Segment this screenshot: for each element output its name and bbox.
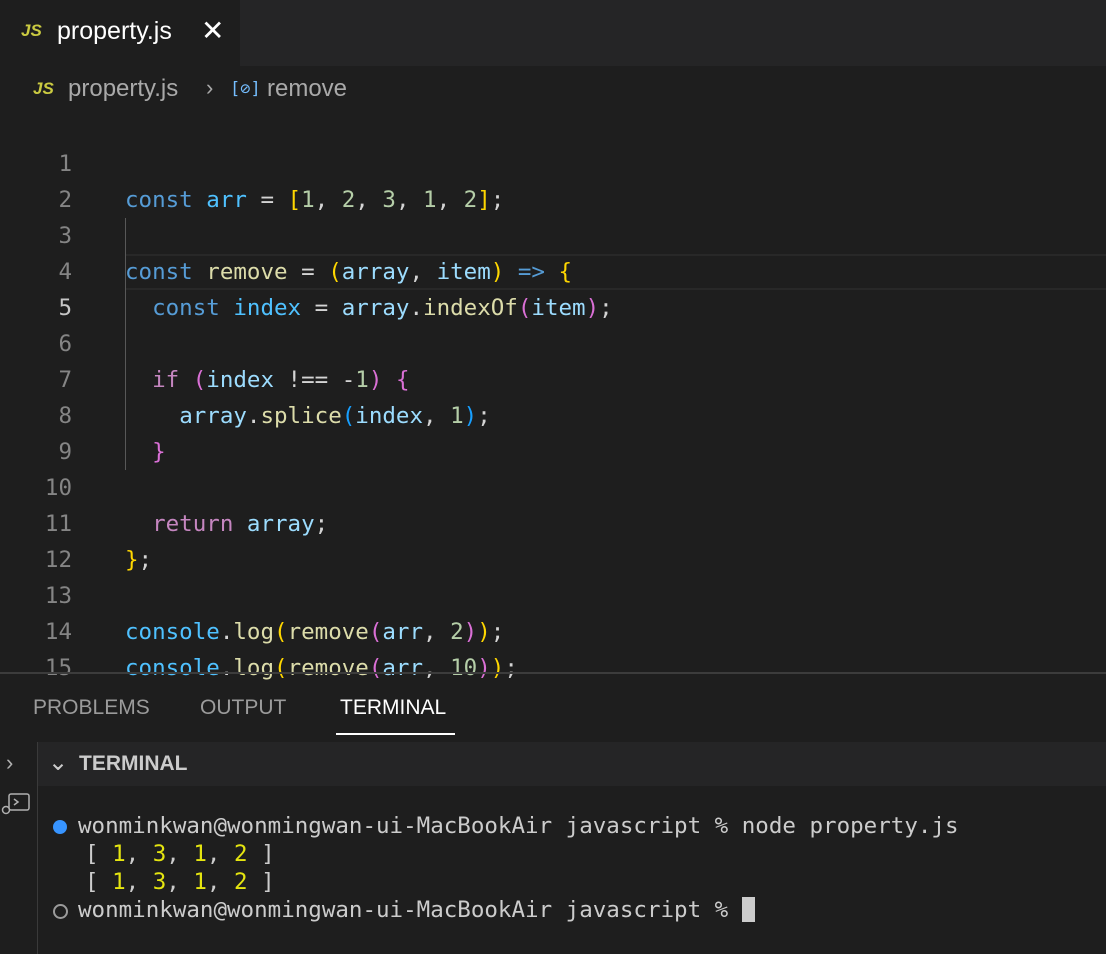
panel-sidebar: › (0, 742, 38, 954)
tab-bar: JS property.js ✕ (0, 0, 1106, 66)
terminal-line: wonminkwan@wonmingwan-ui-MacBookAir java… (78, 896, 755, 924)
output-text: [ 1, 3, 1, 2 ] (85, 841, 275, 867)
code-line-12[interactable]: 12 (0, 506, 1106, 573)
js-file-icon: JS (33, 79, 54, 98)
code-line-14[interactable]: 14 console.log(remove(arr, 10)); (0, 578, 1106, 681)
code-line-4[interactable]: 4 const index = array.indexOf(item); (0, 218, 1106, 321)
tab-output[interactable]: OUTPUT (200, 696, 286, 720)
active-tab-indicator (336, 733, 455, 735)
method-symbol-icon: [⊘] (230, 79, 261, 99)
code-line-1[interactable]: 1 const arr = [1, 2, 3, 1, 2]; (0, 110, 1106, 213)
terminal-section-header[interactable]: ⌄ TERMINAL (38, 742, 1106, 786)
code-line-6[interactable]: 6 if (index !== -1) { (0, 290, 1106, 393)
panel-tab-bar: PROBLEMS OUTPUT TERMINAL (0, 674, 1106, 742)
code-line-10[interactable]: 10 return array; (0, 434, 1106, 537)
tab-problems[interactable]: PROBLEMS (33, 696, 150, 720)
command-text: node property.js (741, 813, 959, 839)
output-text: [ 1, 3, 1, 2 ] (85, 869, 275, 895)
code-line-9[interactable]: 9 (0, 398, 1106, 465)
breadcrumb-symbol[interactable]: remove (267, 75, 347, 103)
tab-terminal[interactable]: TERMINAL (340, 696, 446, 720)
code-line-2[interactable]: 2 (0, 146, 1106, 213)
terminal-icon[interactable] (1, 790, 31, 816)
breadcrumb: JS property.js › [⊘] remove (0, 66, 1106, 110)
prompt-text: wonminkwan@wonmingwan-ui-MacBookAir java… (78, 897, 742, 923)
terminal-cursor (741, 897, 755, 922)
code-line-3[interactable]: 3 const remove = (array, item) => { (0, 182, 1106, 285)
tab-label: property.js (57, 17, 172, 45)
prompt-text: wonminkwan@wonmingwan-ui-MacBookAir java… (78, 813, 742, 839)
command-success-dot[interactable] (53, 820, 67, 834)
terminal-line: wonminkwan@wonmingwan-ui-MacBookAir java… (78, 812, 959, 840)
code-editor[interactable]: 1 const arr = [1, 2, 3, 1, 2]; 2 3 const… (0, 110, 1106, 681)
code-line-13[interactable]: 13 console.log(remove(arr, 2)); (0, 542, 1106, 645)
terminal-section-title: TERMINAL (79, 752, 188, 775)
code-line-11[interactable]: 11 }; (0, 470, 1106, 573)
command-pending-dot[interactable] (53, 904, 68, 919)
js-file-icon: JS (21, 21, 42, 40)
terminal-line: [ 1, 3, 1, 2 ] (85, 840, 275, 868)
chevron-down-icon[interactable]: ⌄ (48, 748, 68, 777)
code-line-7[interactable]: 7 array.splice(index, 1); (0, 326, 1106, 429)
tab-property-js[interactable]: JS property.js ✕ (0, 0, 240, 66)
code-line-15[interactable]: 15 (0, 614, 1106, 681)
code-line-8[interactable]: 8 } (0, 362, 1106, 465)
chevron-right-icon[interactable]: › (6, 750, 13, 776)
close-icon[interactable]: ✕ (201, 15, 224, 47)
code-line-5[interactable]: 5 (0, 254, 1106, 321)
terminal-output[interactable]: wonminkwan@wonmingwan-ui-MacBookAir java… (38, 786, 1106, 954)
breadcrumb-file[interactable]: property.js (68, 75, 178, 103)
terminal-line: [ 1, 3, 1, 2 ] (85, 868, 275, 896)
chevron-right-icon: › (206, 75, 214, 100)
